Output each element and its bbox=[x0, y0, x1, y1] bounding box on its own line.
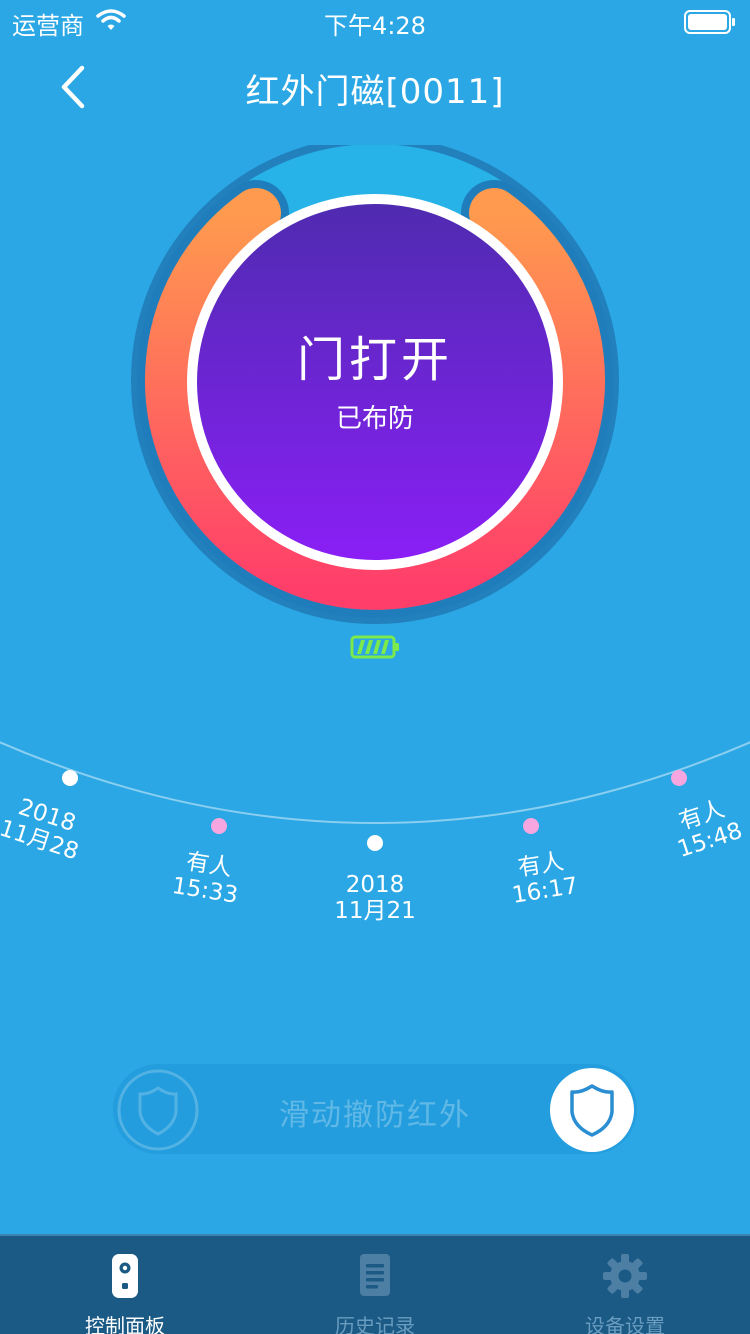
door-state: 门打开 bbox=[296, 332, 453, 388]
tab-device-settings[interactable]: 设备设置 bbox=[500, 1236, 750, 1334]
timeline-dot bbox=[211, 818, 227, 834]
battery-level-icon bbox=[350, 635, 399, 659]
history-timeline[interactable]: 2018 11月28 有人 15:33 2018 11月21 有人 16:17 … bbox=[0, 700, 750, 960]
dial-text: 门打开 已布防 bbox=[190, 190, 560, 570]
tab-label: 设备设置 bbox=[585, 1314, 665, 1334]
nav-bar: 红外门磁[0011] bbox=[0, 50, 750, 120]
timeline-dot bbox=[523, 818, 539, 834]
document-icon bbox=[350, 1252, 400, 1300]
timeline-dot bbox=[671, 770, 687, 786]
timeline-item-line1: 2018 bbox=[345, 872, 405, 898]
shield-icon bbox=[117, 1069, 199, 1151]
tab-label: 历史记录 bbox=[335, 1314, 415, 1334]
battery-icon bbox=[684, 10, 735, 34]
page-title: 红外门磁[0011] bbox=[245, 72, 505, 112]
timeline-item-line2: 11月21 bbox=[334, 898, 416, 924]
timeline-dot bbox=[62, 770, 78, 786]
timeline-item[interactable]: 2018 11月21 bbox=[320, 872, 430, 924]
slider-knob[interactable] bbox=[550, 1068, 634, 1152]
arm-state: 已布防 bbox=[335, 404, 414, 434]
tab-history[interactable]: 历史记录 bbox=[250, 1236, 500, 1334]
slider-label: 滑动撤防红外 bbox=[279, 1098, 471, 1133]
status-bar: 运营商 下午4:28 bbox=[0, 0, 750, 40]
clock-time: 下午4:28 bbox=[324, 12, 426, 40]
tab-label: 控制面板 bbox=[85, 1314, 165, 1334]
gear-icon bbox=[600, 1252, 650, 1300]
timeline-dot bbox=[367, 835, 383, 851]
tab-bar: 控制面板 历史记录 设备设置 bbox=[0, 1234, 750, 1334]
tab-control-panel[interactable]: 控制面板 bbox=[0, 1236, 250, 1334]
shield-icon bbox=[570, 1084, 614, 1137]
remote-icon bbox=[100, 1252, 150, 1300]
